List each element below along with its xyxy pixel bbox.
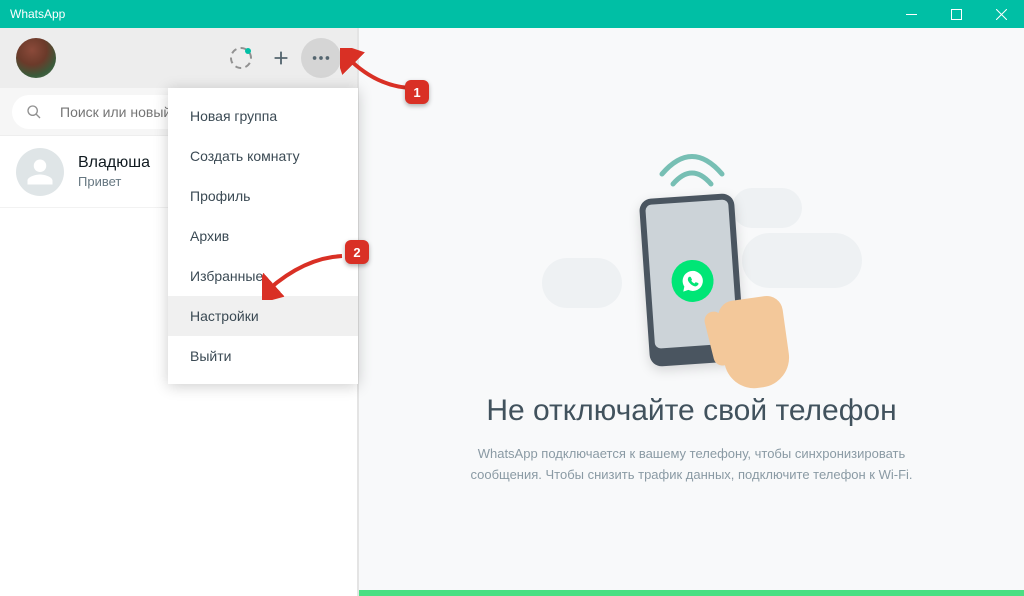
app-name: WhatsApp bbox=[10, 7, 65, 21]
menu-profile[interactable]: Профиль bbox=[168, 176, 358, 216]
menu-icon[interactable] bbox=[301, 38, 341, 78]
status-icon[interactable] bbox=[221, 38, 261, 78]
annotation-badge-1: 1 bbox=[405, 80, 429, 104]
maximize-button[interactable] bbox=[934, 0, 979, 28]
search-icon bbox=[26, 104, 42, 120]
menu-logout[interactable]: Выйти bbox=[168, 336, 358, 376]
annotation-arrow-2 bbox=[262, 250, 352, 300]
whatsapp-logo-icon bbox=[669, 259, 714, 304]
app-body: Владюша Привет Новая группа Создать комн… bbox=[0, 28, 1024, 596]
minimize-button[interactable] bbox=[889, 0, 934, 28]
annotation-badge-2: 2 bbox=[345, 240, 369, 264]
user-avatar[interactable] bbox=[16, 38, 56, 78]
close-button[interactable] bbox=[979, 0, 1024, 28]
intro-text: WhatsApp подключается к вашему телефону,… bbox=[462, 444, 922, 486]
window-controls bbox=[889, 0, 1024, 28]
new-chat-icon[interactable] bbox=[261, 38, 301, 78]
context-menu: Новая группа Создать комнату Профиль Арх… bbox=[168, 88, 358, 384]
sidebar-header bbox=[0, 28, 357, 88]
main-panel: Не отключайте свой телефон WhatsApp подк… bbox=[358, 28, 1024, 596]
intro-title: Не отключайте свой телефон bbox=[486, 394, 896, 428]
menu-new-group[interactable]: Новая группа bbox=[168, 96, 358, 136]
intro-illustration bbox=[552, 138, 832, 368]
chat-avatar-placeholder bbox=[16, 148, 64, 196]
menu-create-room[interactable]: Создать комнату bbox=[168, 136, 358, 176]
menu-settings[interactable]: Настройки bbox=[168, 296, 358, 336]
sidebar: Владюша Привет Новая группа Создать комн… bbox=[0, 28, 358, 596]
hand-icon bbox=[716, 294, 793, 392]
titlebar: WhatsApp bbox=[0, 0, 1024, 28]
wifi-icon bbox=[657, 144, 727, 194]
